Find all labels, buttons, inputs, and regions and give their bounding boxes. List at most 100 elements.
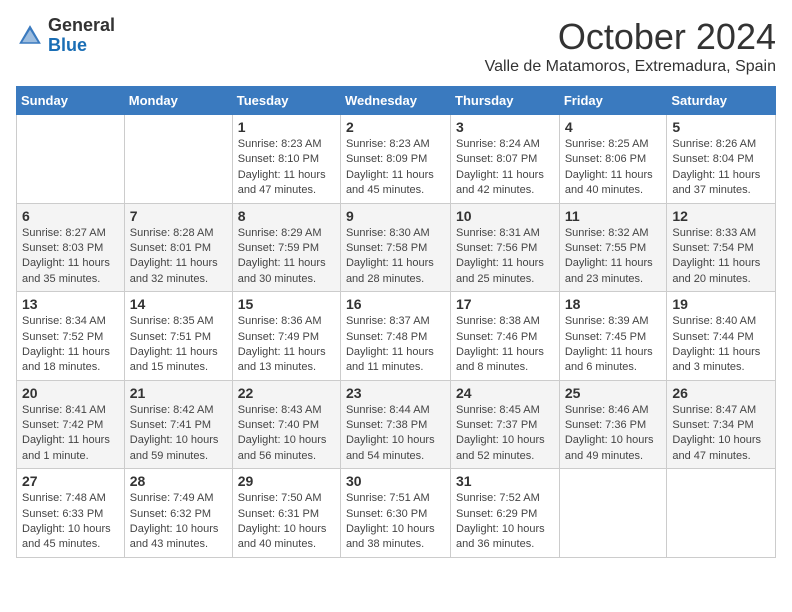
sunset-text: Sunset: 6:30 PM <box>346 507 445 522</box>
daylight-text: Daylight: 11 hours and 11 minutes. <box>346 345 445 376</box>
sunrise-text: Sunrise: 8:42 AM <box>130 403 227 418</box>
sunset-text: Sunset: 7:48 PM <box>346 330 445 345</box>
sunrise-text: Sunrise: 8:37 AM <box>346 314 445 329</box>
calendar-week-4: 20 Sunrise: 8:41 AMSunset: 7:42 PMDayligh… <box>17 380 776 469</box>
sunset-text: Sunset: 7:44 PM <box>672 330 770 345</box>
sunset-text: Sunset: 6:32 PM <box>130 507 227 522</box>
day-number: 25 <box>565 385 662 401</box>
day-number: 6 <box>22 208 119 224</box>
calendar-cell: 19Sunrise: 8:40 AMSunset: 7:44 PMDayligh… <box>667 292 776 381</box>
day-info: Sunrise: 7:50 AMSunset: 6:31 PMDaylight:… <box>238 491 335 553</box>
day-info: Sunrise: 8:30 AMSunset: 7:58 PMDaylight:… <box>346 226 445 288</box>
sunset-text: Sunset: 7:51 PM <box>130 330 227 345</box>
weekday-header-row: SundayMondayTuesdayWednesdayThursdayFrid… <box>17 87 776 115</box>
day-info: Sunrise: 8:26 AMSunset: 8:04 PMDaylight:… <box>672 137 770 199</box>
calendar-cell: 7Sunrise: 8:28 AMSunset: 8:01 PMDaylight… <box>124 203 232 292</box>
sunset-text: Sunset: 7:34 PM <box>672 418 770 433</box>
sunset-text: Sunset: 6:31 PM <box>238 507 335 522</box>
daylight-text: Daylight: 11 hours and 45 minutes. <box>346 168 445 199</box>
daylight-text: Daylight: 11 hours and 6 minutes. <box>565 345 662 376</box>
sunset-text: Sunset: 6:29 PM <box>456 507 554 522</box>
sunset-text: Sunset: 8:06 PM <box>565 152 662 167</box>
sunrise-text: Sunrise: 8:24 AM <box>456 137 554 152</box>
calendar-cell: 18Sunrise: 8:39 AMSunset: 7:45 PMDayligh… <box>559 292 667 381</box>
sunset-text: Sunset: 7:59 PM <box>238 241 335 256</box>
day-number: 31 <box>456 473 554 489</box>
sunrise-text: Sunrise: 8:36 AM <box>238 314 335 329</box>
calendar-cell: 9Sunrise: 8:30 AMSunset: 7:58 PMDaylight… <box>340 203 450 292</box>
sunrise-text: Sunrise: 8:27 AM <box>22 226 119 241</box>
day-info: Sunrise: 8:41 AMSunset: 7:42 PMDaylight:… <box>22 403 119 465</box>
calendar-cell: 23Sunrise: 8:44 AMSunset: 7:38 PMDayligh… <box>340 380 450 469</box>
daylight-text: Daylight: 10 hours and 38 minutes. <box>346 522 445 553</box>
sunset-text: Sunset: 7:52 PM <box>22 330 119 345</box>
day-number: 30 <box>346 473 445 489</box>
page-header: General Blue October 2024 Valle de Matam… <box>16 16 776 76</box>
calendar-cell: 13Sunrise: 8:34 AMSunset: 7:52 PMDayligh… <box>17 292 125 381</box>
calendar-cell: 11Sunrise: 8:32 AMSunset: 7:55 PMDayligh… <box>559 203 667 292</box>
day-info: Sunrise: 8:25 AMSunset: 8:06 PMDaylight:… <box>565 137 662 199</box>
day-number: 20 <box>22 385 119 401</box>
logo-icon <box>16 22 44 50</box>
day-info: Sunrise: 8:42 AMSunset: 7:41 PMDaylight:… <box>130 403 227 465</box>
daylight-text: Daylight: 10 hours and 45 minutes. <box>22 522 119 553</box>
calendar-week-3: 13Sunrise: 8:34 AMSunset: 7:52 PMDayligh… <box>17 292 776 381</box>
calendar-cell <box>559 469 667 558</box>
weekday-header-sunday: Sunday <box>17 87 125 115</box>
calendar-cell: 20 Sunrise: 8:41 AMSunset: 7:42 PMDayligh… <box>17 380 125 469</box>
calendar-table: SundayMondayTuesdayWednesdayThursdayFrid… <box>16 86 776 558</box>
daylight-text: Daylight: 11 hours and 15 minutes. <box>130 345 227 376</box>
daylight-text: Daylight: 10 hours and 43 minutes. <box>130 522 227 553</box>
calendar-cell: 27Sunrise: 7:48 AMSunset: 6:33 PMDayligh… <box>17 469 125 558</box>
daylight-text: Daylight: 10 hours and 52 minutes. <box>456 433 554 464</box>
sunrise-text: Sunrise: 8:23 AM <box>346 137 445 152</box>
daylight-text: Daylight: 11 hours and 3 minutes. <box>672 345 770 376</box>
sunset-text: Sunset: 7:40 PM <box>238 418 335 433</box>
day-info: Sunrise: 8:37 AMSunset: 7:48 PMDaylight:… <box>346 314 445 376</box>
month-title: October 2024 <box>485 16 776 58</box>
sunset-text: Sunset: 7:56 PM <box>456 241 554 256</box>
daylight-text: Daylight: 11 hours and 8 minutes. <box>456 345 554 376</box>
sunset-text: Sunset: 7:37 PM <box>456 418 554 433</box>
day-info: Sunrise: 8:43 AMSunset: 7:40 PMDaylight:… <box>238 403 335 465</box>
daylight-text: Daylight: 11 hours and 37 minutes. <box>672 168 770 199</box>
weekday-header-saturday: Saturday <box>667 87 776 115</box>
weekday-header-friday: Friday <box>559 87 667 115</box>
day-info: Sunrise: 8:35 AMSunset: 7:51 PMDaylight:… <box>130 314 227 376</box>
sunrise-text: Sunrise: 8:46 AM <box>565 403 662 418</box>
day-info: Sunrise: 8:31 AMSunset: 7:56 PMDaylight:… <box>456 226 554 288</box>
weekday-header-monday: Monday <box>124 87 232 115</box>
weekday-header-thursday: Thursday <box>451 87 560 115</box>
day-info: Sunrise: 8:46 AMSunset: 7:36 PMDaylight:… <box>565 403 662 465</box>
day-number: 26 <box>672 385 770 401</box>
day-info: Sunrise: 7:49 AMSunset: 6:32 PMDaylight:… <box>130 491 227 553</box>
calendar-cell: 14Sunrise: 8:35 AMSunset: 7:51 PMDayligh… <box>124 292 232 381</box>
sunrise-text: Sunrise: 8:40 AM <box>672 314 770 329</box>
calendar-cell: 30Sunrise: 7:51 AMSunset: 6:30 PMDayligh… <box>340 469 450 558</box>
calendar-cell: 16 Sunrise: 8:37 AMSunset: 7:48 PMDayligh… <box>340 292 450 381</box>
day-number: 2 <box>346 119 445 135</box>
sunset-text: Sunset: 7:58 PM <box>346 241 445 256</box>
daylight-text: Daylight: 11 hours and 32 minutes. <box>130 256 227 287</box>
day-number: 7 <box>130 208 227 224</box>
day-info: Sunrise: 8:23 AMSunset: 8:10 PMDaylight:… <box>238 137 335 199</box>
calendar-cell: 3Sunrise: 8:24 AMSunset: 8:07 PMDaylight… <box>451 115 560 204</box>
sunset-text: Sunset: 6:33 PM <box>22 507 119 522</box>
day-number: 22 <box>238 385 335 401</box>
day-info: Sunrise: 8:47 AMSunset: 7:34 PMDaylight:… <box>672 403 770 465</box>
sunset-text: Sunset: 8:07 PM <box>456 152 554 167</box>
daylight-text: Daylight: 11 hours and 42 minutes. <box>456 168 554 199</box>
calendar-cell: 12Sunrise: 8:33 AMSunset: 7:54 PMDayligh… <box>667 203 776 292</box>
daylight-text: Daylight: 11 hours and 13 minutes. <box>238 345 335 376</box>
sunrise-text: Sunrise: 8:43 AM <box>238 403 335 418</box>
day-number: 16 <box>346 296 445 312</box>
day-number: 24 <box>456 385 554 401</box>
day-number: 17 <box>456 296 554 312</box>
sunrise-text: Sunrise: 8:30 AM <box>346 226 445 241</box>
logo-general: General <box>48 16 115 36</box>
daylight-text: Daylight: 10 hours and 40 minutes. <box>238 522 335 553</box>
daylight-text: Daylight: 11 hours and 40 minutes. <box>565 168 662 199</box>
daylight-text: Daylight: 11 hours and 25 minutes. <box>456 256 554 287</box>
day-number: 18 <box>565 296 662 312</box>
sunrise-text: Sunrise: 8:44 AM <box>346 403 445 418</box>
